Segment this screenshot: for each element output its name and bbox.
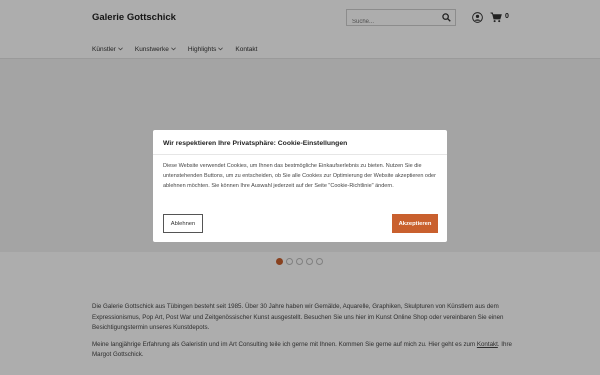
decline-button[interactable]: Ablehnen xyxy=(163,214,203,233)
cookie-dialog-text: Diese Website verwendet Cookies, um Ihne… xyxy=(163,163,436,189)
cookie-dialog-title: Wir respektieren Ihre Privatsphäre: Cook… xyxy=(163,140,348,147)
cookie-consent-dialog: Wir respektieren Ihre Privatsphäre: Cook… xyxy=(153,130,447,242)
dialog-divider xyxy=(153,154,447,155)
accept-button[interactable]: Akzeptieren xyxy=(392,214,438,233)
